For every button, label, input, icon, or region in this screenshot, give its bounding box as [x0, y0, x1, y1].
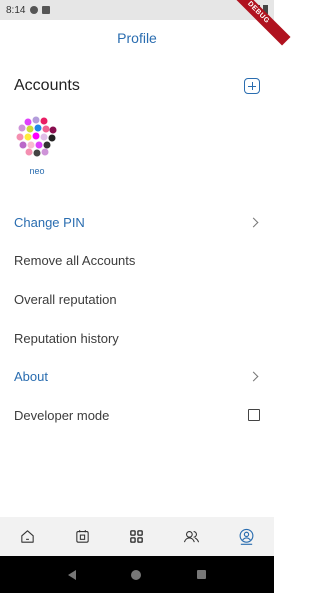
change-pin-label: Change PIN — [14, 214, 85, 230]
back-icon[interactable] — [67, 569, 76, 580]
wallet-icon — [75, 530, 89, 543]
remove-accounts-item[interactable]: Remove all Accounts — [0, 242, 274, 281]
bottom-nav — [0, 517, 274, 556]
nav-profile[interactable] — [235, 525, 259, 549]
nav-qr-scan[interactable] — [125, 525, 149, 549]
home-button-icon[interactable] — [131, 569, 142, 580]
accounts-header: Accounts — [14, 76, 260, 96]
qr-scan-icon — [130, 530, 144, 543]
sim-card-icon — [42, 6, 51, 14]
contacts-icon — [184, 531, 200, 543]
profile-icon — [239, 528, 254, 545]
overall-reputation-label: Overall reputation — [14, 291, 117, 307]
page-title: Profile — [117, 30, 157, 46]
developer-mode-checkbox[interactable] — [248, 409, 260, 422]
status-bar: 8:14 DEBUG — [0, 0, 291, 46]
about-label: About — [14, 369, 48, 385]
reputation-history-label: Reputation history — [14, 330, 119, 346]
account-avatar — [15, 115, 59, 159]
reputation-history-item[interactable]: Reputation history — [0, 319, 274, 358]
accounts-title: Accounts — [14, 77, 80, 94]
nav-contacts[interactable] — [180, 525, 204, 549]
add-account-icon[interactable] — [244, 78, 260, 94]
nav-wallet[interactable] — [70, 525, 94, 549]
account-item[interactable]: neo — [14, 114, 60, 176]
notification-icon — [30, 6, 39, 14]
about-item[interactable]: About — [0, 357, 274, 396]
chevron-right-icon — [248, 371, 259, 382]
change-pin-item[interactable]: Change PIN — [0, 203, 274, 242]
status-time: 8:14 — [6, 4, 26, 16]
home-icon — [21, 530, 34, 543]
chevron-right-icon — [248, 217, 259, 228]
overall-reputation-item[interactable]: Overall reputation — [0, 280, 274, 319]
account-name: neo — [29, 166, 45, 176]
developer-mode-label: Developer mode — [14, 407, 110, 423]
system-nav-bar — [0, 556, 274, 593]
settings-menu: Change PIN Remove all Accounts Overall r… — [0, 203, 274, 435]
nav-home[interactable] — [15, 525, 39, 549]
developer-mode-item[interactable]: Developer mode — [0, 396, 274, 435]
recent-apps-icon[interactable] — [197, 570, 207, 579]
remove-accounts-label: Remove all Accounts — [14, 253, 136, 269]
